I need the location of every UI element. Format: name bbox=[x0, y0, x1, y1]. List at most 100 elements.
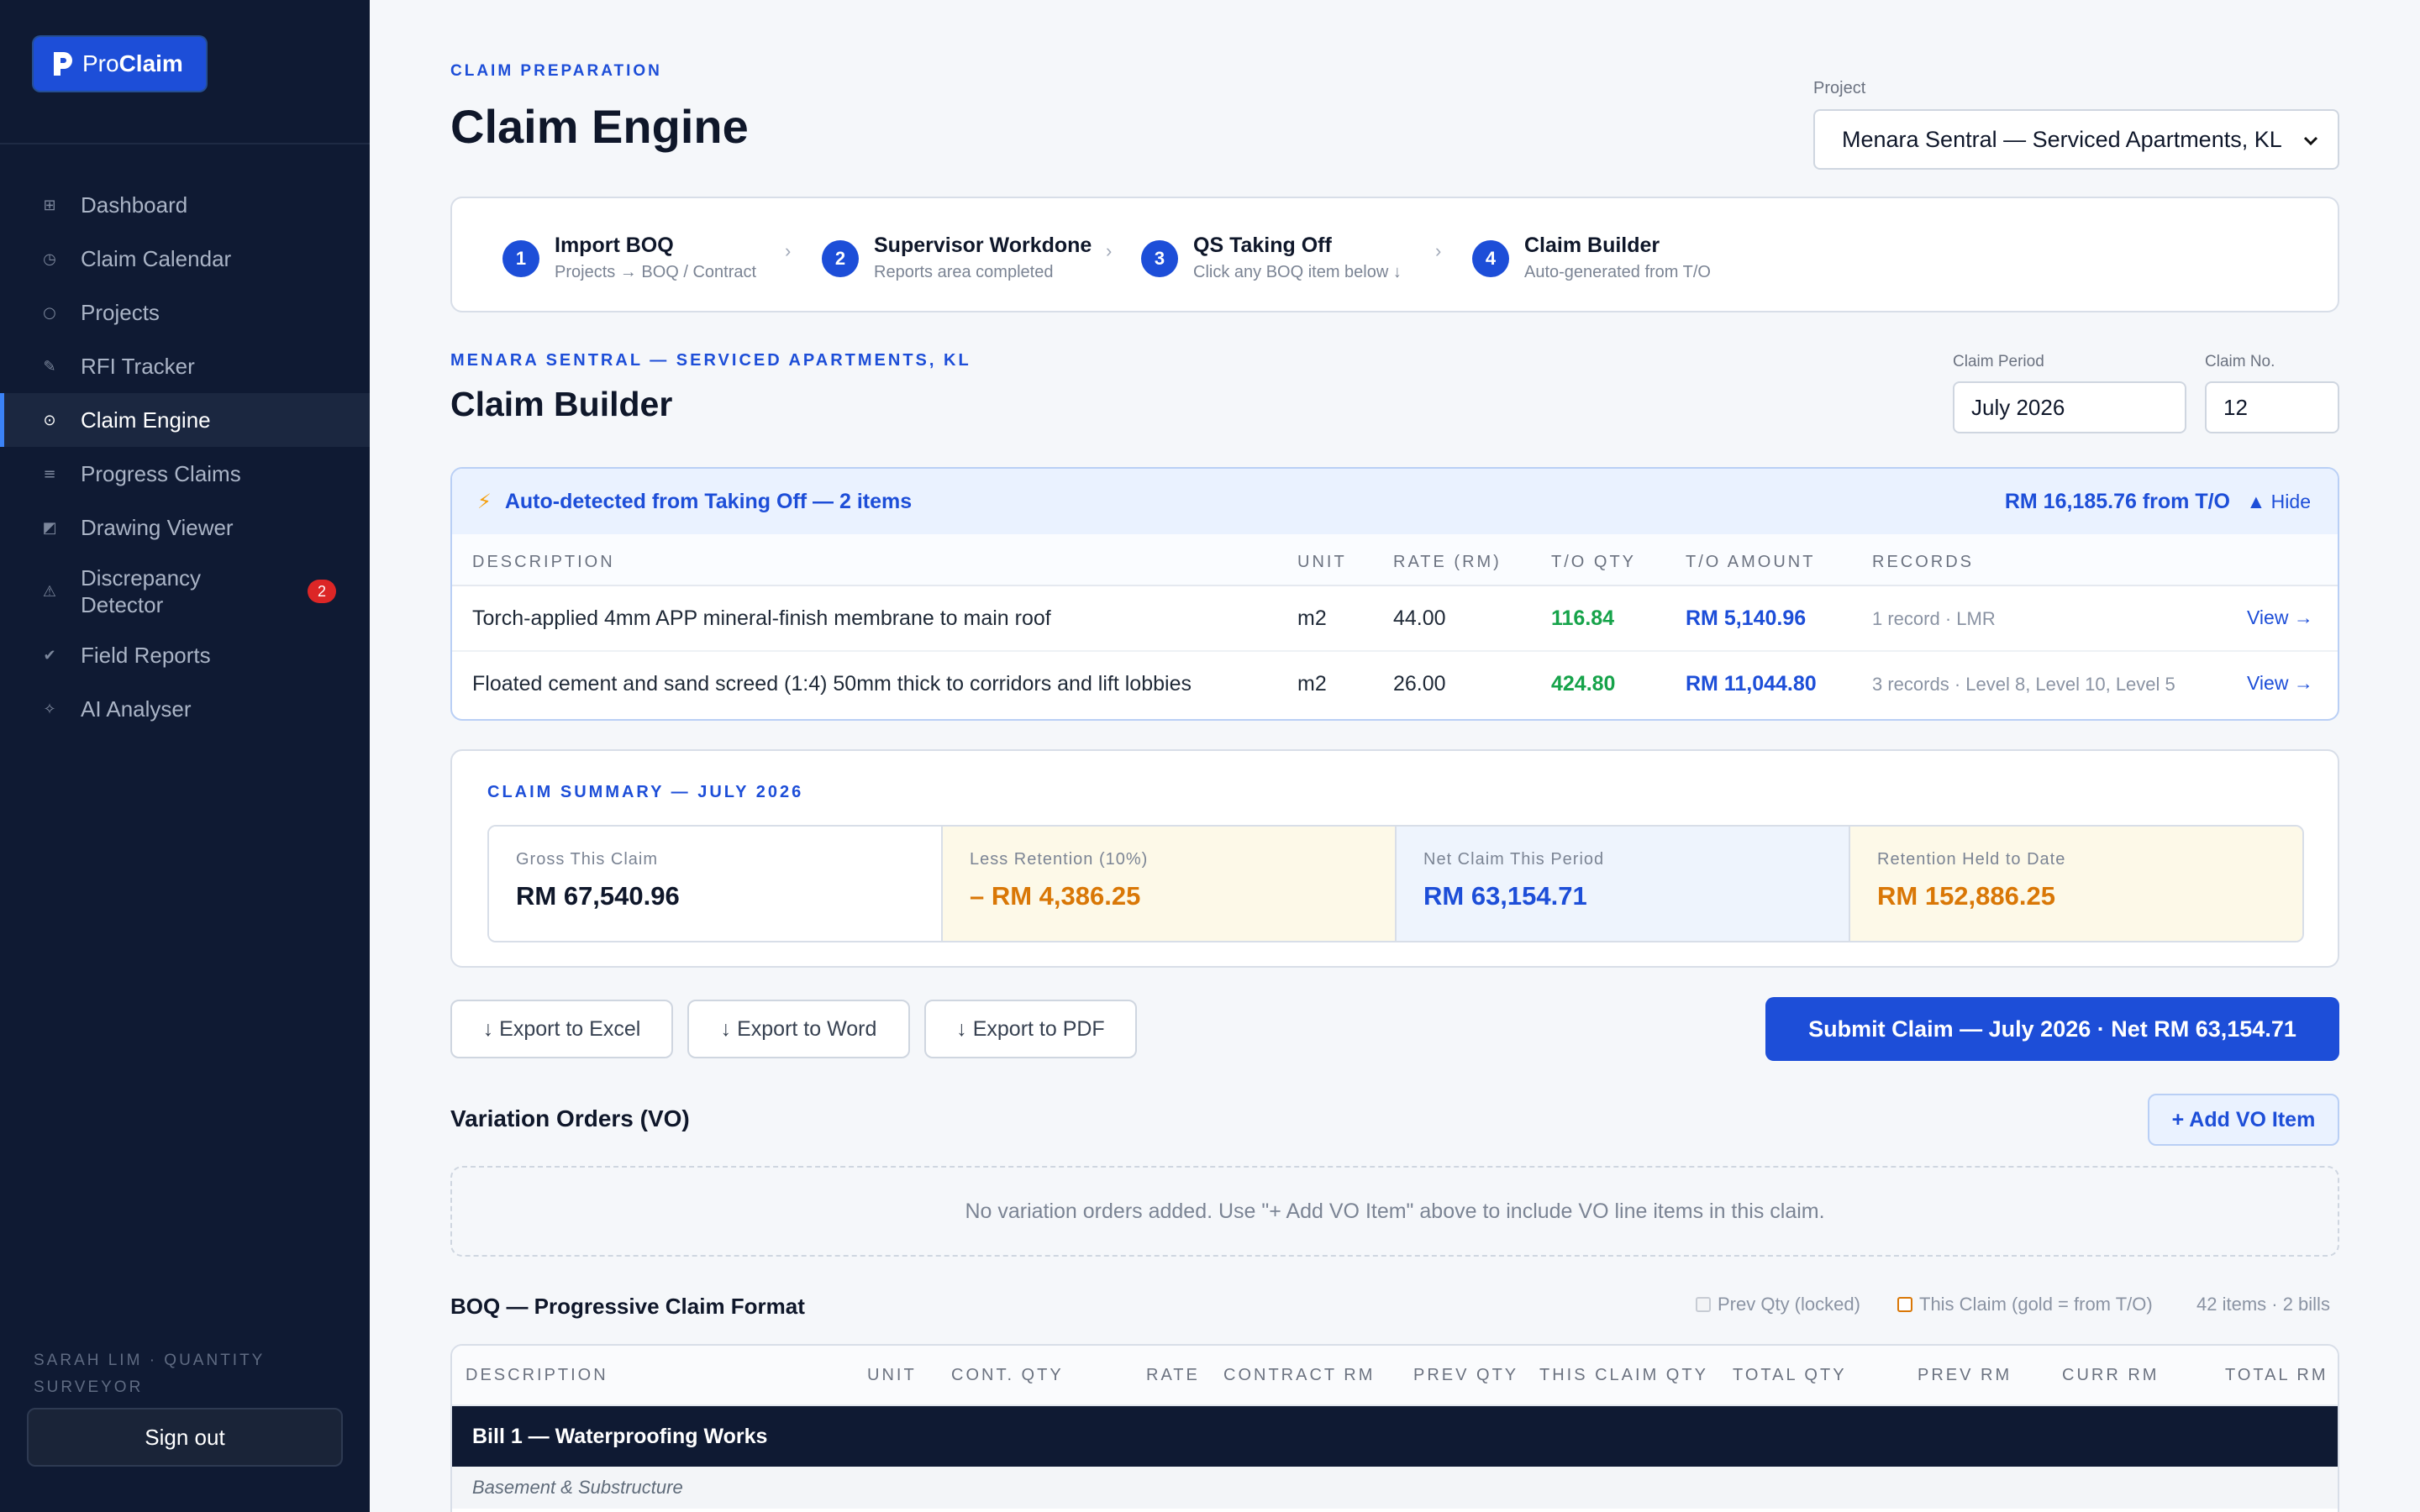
claim-period-field[interactable]: July 2026 bbox=[1953, 381, 2186, 433]
summary-card-net: Net Claim This Period RM 63,154.71 bbox=[1397, 827, 1850, 941]
sidebar-item-label: Drawing Viewer bbox=[81, 514, 234, 540]
column-header: T/O AMOUNT bbox=[1686, 553, 1816, 571]
row-description: Torch-applied 4mm APP mineral-finish mem… bbox=[472, 606, 1051, 630]
project-label: Project bbox=[1813, 79, 1866, 97]
lightning-icon: ⚡ bbox=[477, 490, 492, 513]
sidebar-item-ai-analyser[interactable]: ✧ AI Analyser bbox=[0, 682, 370, 736]
card-value: – RM 4,386.25 bbox=[970, 881, 1141, 911]
card-label: Less Retention (10%) bbox=[970, 850, 1149, 869]
main-content: CLAIM PREPARATION Claim Engine Project M… bbox=[450, 0, 2339, 1512]
row-records: 3 records · Level 8, Level 10, Level 5 bbox=[1872, 674, 2175, 695]
project-select[interactable]: Menara Sentral — Serviced Apartments, KL bbox=[1813, 109, 2339, 170]
page-eyebrow: CLAIM PREPARATION bbox=[450, 62, 662, 80]
notification-badge: 2 bbox=[308, 580, 336, 603]
row-rate: 26.00 bbox=[1393, 672, 1446, 696]
user-info: SARAH LIM · QUANTITY SURVEYOR bbox=[34, 1352, 266, 1396]
bill-header-row[interactable]: Bill 1 — Waterproofing Works bbox=[452, 1406, 2338, 1467]
sidebar-item-label: Field Reports bbox=[81, 642, 211, 668]
sidebar-item-drawing-viewer[interactable]: ◩ Drawing Viewer bbox=[0, 501, 370, 554]
builder-title: Claim Builder bbox=[450, 385, 673, 423]
boq-table: DESCRIPTION UNIT CONT. QTY RATE CONTRACT… bbox=[450, 1344, 2339, 1512]
column-header: CONTRACT RM bbox=[1223, 1366, 1376, 1384]
sidebar-item-dashboard[interactable]: ⊞ Dashboard bbox=[0, 178, 370, 232]
view-link[interactable]: View → bbox=[2247, 606, 2313, 629]
pencil-icon: ✎ bbox=[43, 357, 56, 375]
legend-swatch bbox=[1696, 1297, 1711, 1312]
sidebar-item-label: Projects bbox=[81, 299, 160, 325]
step-title: Supervisor Workdone bbox=[874, 234, 1092, 257]
vo-section-title: Variation Orders (VO) bbox=[450, 1105, 690, 1131]
step-import-boq[interactable]: 1 Import BOQ Projects → BOQ / Contract bbox=[502, 232, 756, 286]
boq-section-title: BOQ — Progressive Claim Format bbox=[450, 1294, 805, 1319]
legend-this: This Claim (gold = from T/O) bbox=[1897, 1294, 2153, 1315]
column-header: RATE (RM) bbox=[1393, 553, 1502, 571]
card-label: Retention Held to Date bbox=[1877, 850, 2066, 869]
sidebar-item-progress-claims[interactable]: ≡ Progress Claims bbox=[0, 447, 370, 501]
builder-eyebrow: MENARA SENTRAL — SERVICED APARTMENTS, KL bbox=[450, 351, 971, 370]
column-header: DESCRIPTION bbox=[466, 1366, 608, 1384]
summary-card-retention: Less Retention (10%) – RM 4,386.25 bbox=[943, 827, 1397, 941]
page-title: Claim Engine bbox=[450, 100, 749, 153]
drawing-icon: ◩ bbox=[42, 518, 57, 537]
step-qs-taking-off[interactable]: 3 QS Taking Off Click any BOQ item below… bbox=[1141, 232, 1402, 286]
boq-count: 42 items · 2 bills bbox=[2196, 1294, 2330, 1315]
export-pdf-button[interactable]: ↓ Export to PDF bbox=[924, 1000, 1137, 1058]
legend-prev: Prev Qty (locked) bbox=[1696, 1294, 1860, 1315]
sidebar-item-discrepancy-detector[interactable]: ⚠ Discrepancy Detector 2 bbox=[0, 554, 370, 628]
step-number: 1 bbox=[502, 240, 539, 277]
summary-title: CLAIM SUMMARY — JULY 2026 bbox=[487, 783, 804, 801]
summary-cards: Gross This Claim RM 67,540.96 Less Reten… bbox=[487, 825, 2304, 942]
vo-empty-state: No variation orders added. Use "+ Add VO… bbox=[450, 1166, 2339, 1257]
brand-logo[interactable]: ProClaim bbox=[34, 37, 206, 91]
sidebar-item-projects[interactable]: ○ Projects bbox=[0, 286, 370, 339]
step-subtitle: Auto-generated from T/O bbox=[1524, 263, 1711, 281]
row-unit: m2 bbox=[1297, 672, 1327, 696]
add-vo-button[interactable]: + Add VO Item bbox=[2148, 1094, 2339, 1146]
export-excel-button[interactable]: ↓ Export to Excel bbox=[450, 1000, 673, 1058]
step-number: 2 bbox=[822, 240, 859, 277]
column-header: THIS CLAIM QTY bbox=[1539, 1366, 1708, 1384]
circle-icon: ○ bbox=[43, 303, 56, 322]
column-header: PREV QTY bbox=[1413, 1366, 1519, 1384]
boq-table-header: DESCRIPTION UNIT CONT. QTY RATE CONTRACT… bbox=[452, 1346, 2338, 1406]
column-header: TOTAL QTY bbox=[1733, 1366, 1847, 1384]
column-header: TOTAL RM bbox=[2225, 1366, 2328, 1384]
table-row: Torch-applied 4mm APP mineral-finish mem… bbox=[452, 586, 2338, 652]
row-description: Floated cement and sand screed (1:4) 50m… bbox=[472, 672, 1192, 696]
step-supervisor-workdone[interactable]: 2 Supervisor Workdone Reports area compl… bbox=[822, 232, 1092, 286]
card-label: Gross This Claim bbox=[516, 850, 658, 869]
sidebar-item-claim-engine[interactable]: ⊙ Claim Engine bbox=[0, 393, 370, 447]
submit-claim-button[interactable]: Submit Claim — July 2026 · Net RM 63,154… bbox=[1765, 997, 2339, 1061]
sidebar-nav: ⊞ Dashboard ◷ Claim Calendar ○ Projects … bbox=[0, 178, 370, 736]
list-icon: ≡ bbox=[43, 465, 56, 483]
auto-detected-header: ⚡ Auto-detected from Taking Off — 2 item… bbox=[452, 469, 2338, 534]
step-number: 3 bbox=[1141, 240, 1178, 277]
column-header: PREV RM bbox=[1918, 1366, 2012, 1384]
claim-number-field[interactable]: 12 bbox=[2205, 381, 2339, 433]
claim-summary: CLAIM SUMMARY — JULY 2026 Gross This Cla… bbox=[450, 749, 2339, 968]
step-claim-builder[interactable]: 4 Claim Builder Auto-generated from T/O bbox=[1472, 232, 1711, 286]
sidebar-item-field-reports[interactable]: ✔ Field Reports bbox=[0, 628, 370, 682]
row-records: 1 record · LMR bbox=[1872, 608, 1996, 629]
sign-out-button[interactable]: Sign out bbox=[27, 1408, 343, 1467]
sidebar-item-claim-calendar[interactable]: ◷ Claim Calendar bbox=[0, 232, 370, 286]
clock-icon: ◷ bbox=[43, 249, 56, 268]
auto-detected-amount: RM 16,185.76 from T/O bbox=[2004, 489, 2230, 513]
section-subheading: Basement & Substructure bbox=[452, 1467, 2338, 1509]
row-rate: 44.00 bbox=[1393, 606, 1446, 630]
step-subtitle: Projects → BOQ / Contract bbox=[555, 263, 757, 281]
sidebar-item-label: AI Analyser bbox=[81, 696, 192, 722]
summary-card-retention-held: Retention Held to Date RM 152,886.25 bbox=[1850, 827, 2302, 941]
view-link[interactable]: View → bbox=[2247, 672, 2313, 695]
sidebar-item-rfi-tracker[interactable]: ✎ RFI Tracker bbox=[0, 339, 370, 393]
row-qty: 116.84 bbox=[1551, 606, 1615, 630]
step-title: Claim Builder bbox=[1524, 234, 1660, 257]
column-header: UNIT bbox=[1297, 553, 1347, 571]
legend-label: Prev Qty (locked) bbox=[1718, 1294, 1860, 1315]
export-word-button[interactable]: ↓ Export to Word bbox=[687, 1000, 910, 1058]
workflow-steps: 1 Import BOQ Projects → BOQ / Contract 2… bbox=[450, 197, 2339, 312]
auto-detected-panel: ⚡ Auto-detected from Taking Off — 2 item… bbox=[450, 467, 2339, 721]
hide-toggle[interactable]: ▲ Hide bbox=[2247, 491, 2311, 513]
sidebar-item-label: Discrepancy Detector bbox=[81, 565, 202, 617]
target-icon: ⊙ bbox=[43, 411, 56, 429]
